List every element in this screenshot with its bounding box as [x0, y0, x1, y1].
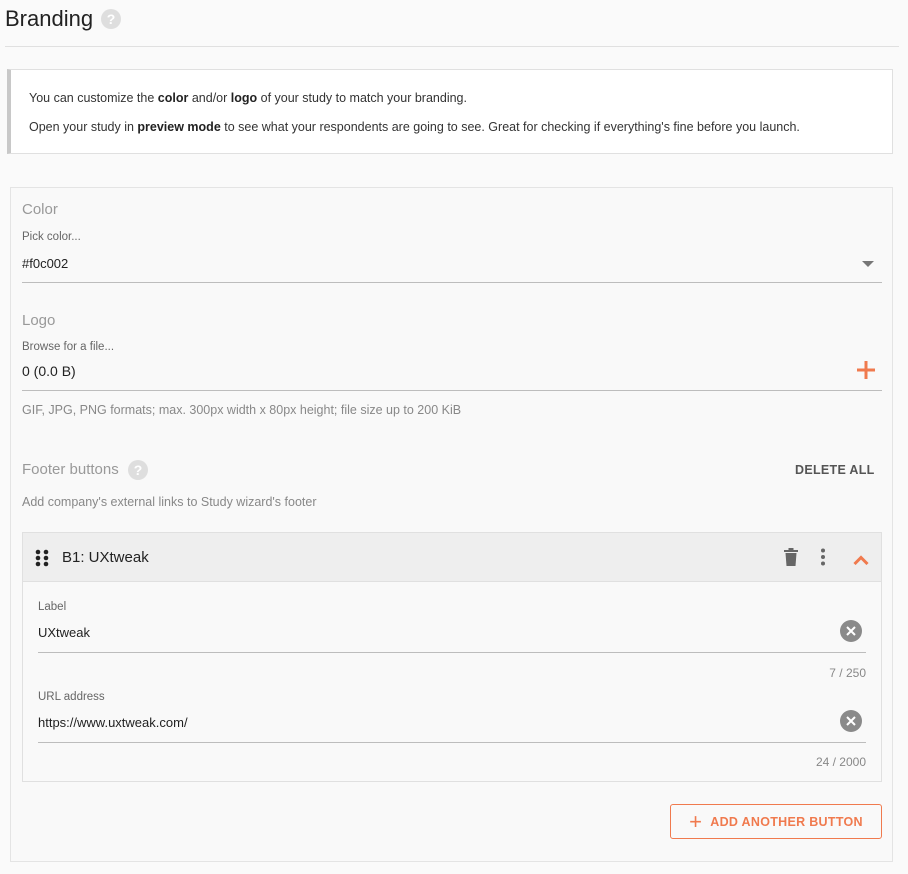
add-another-button[interactable]: + ADD ANOTHER BUTTON	[670, 804, 882, 839]
delete-all-button[interactable]: DELETE ALL	[795, 463, 875, 477]
logo-field-value: 0 (0.0 B)	[22, 363, 76, 379]
color-picker-select[interactable]: Pick color... #f0c002	[22, 228, 882, 283]
page-title: Branding	[5, 6, 94, 31]
drag-handle-icon[interactable]	[35, 549, 49, 572]
logo-field-underline	[22, 390, 882, 391]
clear-url-icon[interactable]	[840, 710, 862, 732]
color-field-label: Pick color...	[22, 231, 81, 243]
branding-panel: Color Pick color... #f0c002 Logo Browse …	[10, 187, 893, 862]
footer-button-card: B1: UXtweak Label UXtweak 7 / 250 URL ad…	[22, 532, 882, 782]
chevron-up-icon[interactable]	[853, 552, 869, 570]
footer-hint: Add company's external links to Study wi…	[22, 495, 317, 509]
label-field-value: UXtweak	[38, 625, 91, 640]
color-section-title: Color	[22, 201, 58, 218]
label-char-counter: 7 / 250	[829, 666, 866, 680]
logo-field-label: Browse for a file...	[22, 341, 115, 353]
plus-icon: +	[689, 808, 703, 834]
url-char-counter: 24 / 2000	[815, 755, 866, 769]
label-field-label: Label	[38, 601, 67, 613]
color-field-value: #f0c002	[22, 256, 69, 271]
info-line-2: Open your study in preview mode to see w…	[29, 120, 800, 134]
clear-label-icon[interactable]	[840, 620, 862, 642]
info-box: You can customize the color and/or logo …	[7, 69, 893, 154]
add-logo-plus-icon[interactable]	[857, 360, 875, 380]
footer-help-icon[interactable]: ?	[128, 460, 148, 480]
label-field-underline	[38, 652, 866, 653]
url-field-value: https://www.uxtweak.com/	[38, 715, 188, 730]
page-header: Branding ?	[5, 0, 899, 47]
add-another-button-label: ADD ANOTHER BUTTON	[710, 814, 863, 829]
footer-button-card-header[interactable]: B1: UXtweak	[23, 533, 881, 582]
logo-section-title: Logo	[22, 312, 56, 329]
color-field-underline	[22, 282, 882, 283]
logo-file-input[interactable]: Browse for a file... 0 (0.0 B)	[22, 338, 882, 391]
more-vertical-icon[interactable]	[820, 548, 826, 571]
dropdown-arrow-icon	[862, 261, 874, 267]
logo-format-hint: GIF, JPG, PNG formats; max. 300px width …	[22, 403, 462, 417]
footer-section-title: Footer buttons	[22, 461, 119, 478]
footer-button-title: B1: UXtweak	[62, 549, 149, 566]
url-field-underline	[38, 742, 866, 743]
url-field-label: URL address	[38, 691, 105, 703]
info-line-1: You can customize the color and/or logo …	[29, 91, 467, 105]
url-input[interactable]: URL address https://www.uxtweak.com/	[38, 691, 866, 743]
label-input[interactable]: Label UXtweak	[38, 601, 866, 653]
trash-icon[interactable]	[784, 548, 798, 571]
help-icon[interactable]: ?	[101, 9, 122, 29]
